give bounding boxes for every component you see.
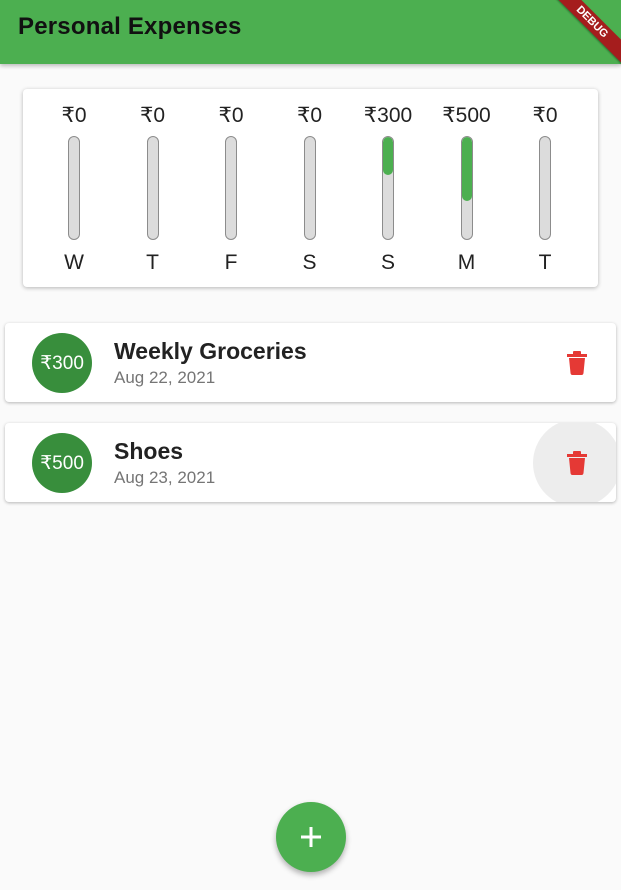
chart-bar-column: ₹0 T [515,89,575,287]
bar-day-label: S [380,251,395,274]
amount-avatar: ₹500 [32,433,92,493]
chart-bar-column: ₹500 M [437,89,497,287]
chart-bar-column: ₹300 S [358,89,418,287]
transaction-card: ₹300 Weekly Groceries Aug 22, 2021 [5,323,616,402]
bar-day-label: W [64,251,84,274]
delete-button[interactable] [554,323,600,402]
chart-bar-column: ₹0 W [44,89,104,287]
transaction-date: Aug 23, 2021 [114,468,216,487]
chart-bar-column: ₹0 T [123,89,183,287]
transaction-date: Aug 22, 2021 [114,368,216,387]
bar-amount-label: ₹300 [363,104,413,127]
bar-amount-label: ₹500 [442,104,491,127]
bar-track [460,136,473,240]
bar-amount-label: ₹0 [61,104,87,127]
transaction-card: ₹500 Shoes Aug 23, 2021 [5,423,616,502]
bar-day-label: F [224,251,238,274]
trash-icon [567,450,587,475]
bar-amount-label: ₹0 [218,104,244,127]
plus-icon [301,827,321,847]
trash-icon [567,350,587,375]
add-transaction-button[interactable] [276,802,346,872]
chart-bar-column: ₹0 S [280,89,340,287]
app-title: Personal Expenses [18,13,242,40]
bar-amount-label: ₹0 [139,104,166,127]
amount-avatar: ₹300 [32,333,92,393]
bar-track [303,136,316,240]
bar-day-label: S [302,251,317,274]
bar-track [225,136,237,240]
bar-track [382,136,394,240]
weekly-chart-card: ₹0 W ₹0 T ₹0 F ₹0 S ₹300 S ₹500 M ₹0 T [23,89,598,287]
chart-bar-column: ₹0 F [201,89,261,287]
delete-button[interactable] [533,423,616,502]
bar-fill [461,137,472,201]
bar-fill [383,137,393,176]
transaction-title: Weekly Groceries [114,338,307,364]
bar-amount-label: ₹0 [532,104,558,127]
transaction-title: Shoes [114,438,184,464]
bar-day-label: T [538,251,552,274]
app-bar: Personal Expenses [0,0,621,64]
bar-day-label: M [457,251,476,274]
bar-amount-label: ₹0 [296,104,323,127]
bar-day-label: T [146,251,159,274]
bar-track [68,136,80,240]
bar-track [146,136,159,240]
bar-track [539,136,551,240]
